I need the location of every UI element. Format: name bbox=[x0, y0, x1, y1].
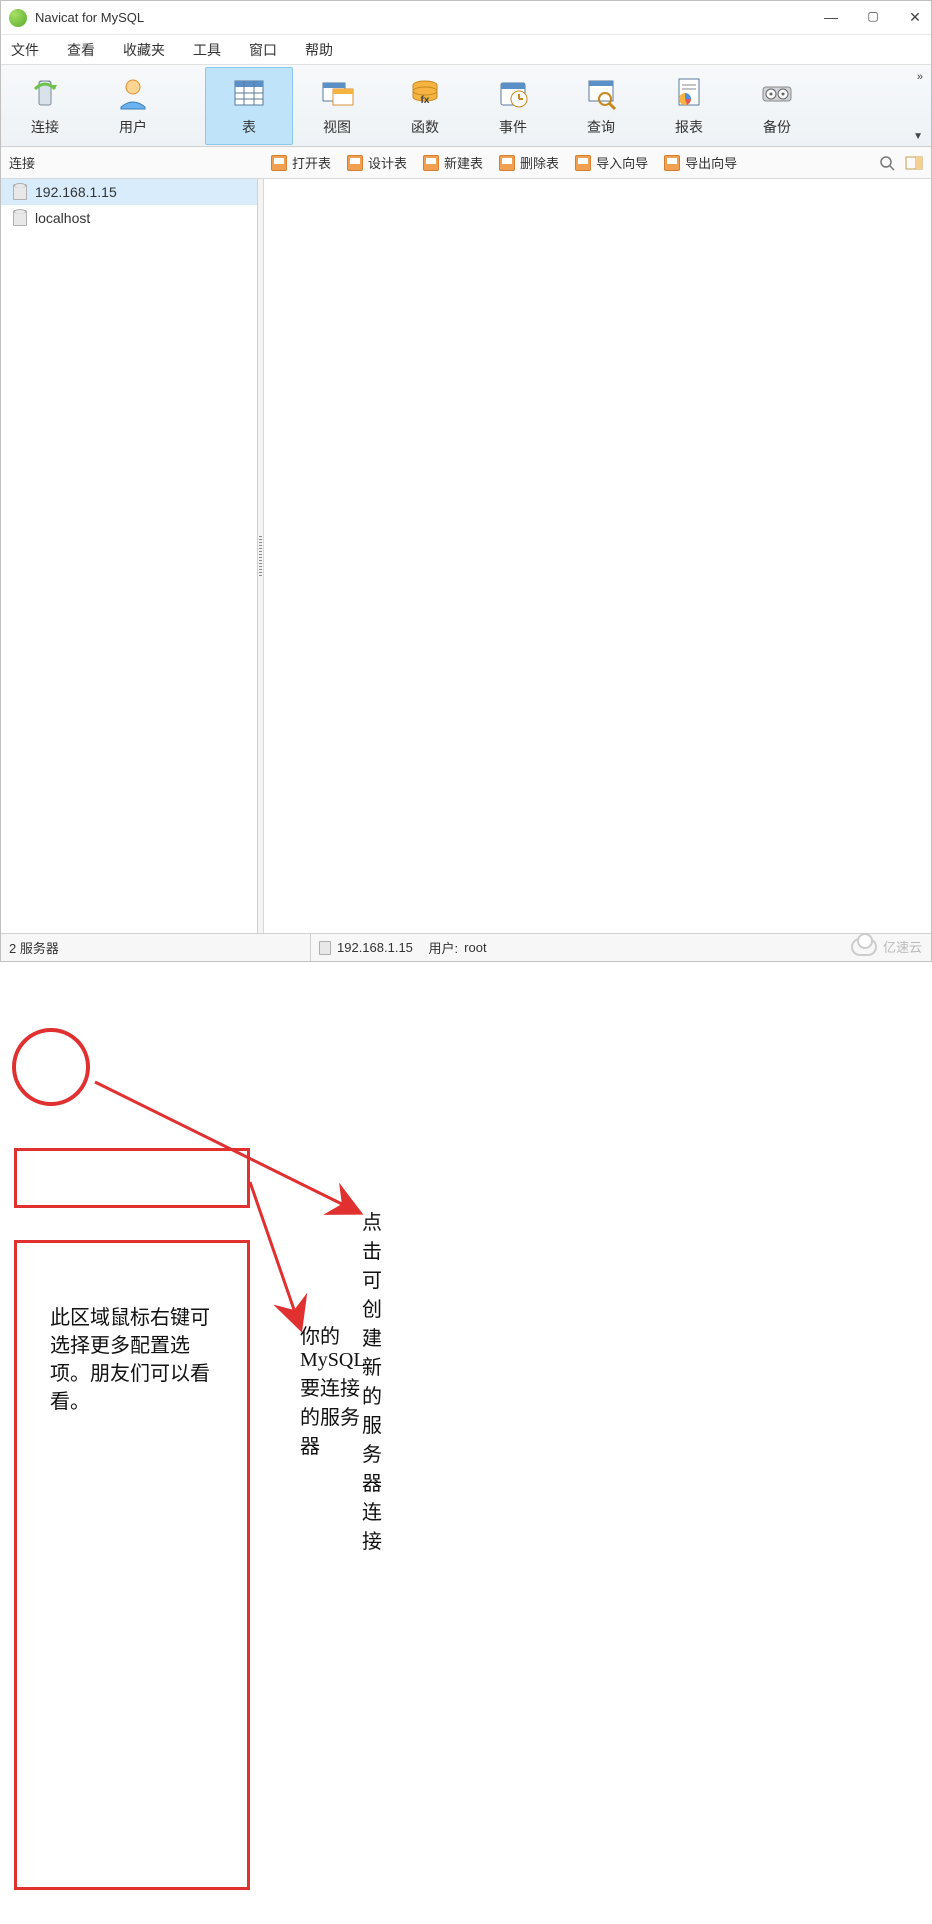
event-icon bbox=[495, 75, 531, 111]
connection-name: 192.168.1.15 bbox=[35, 184, 117, 200]
tool-user[interactable]: 用户 bbox=[89, 67, 177, 145]
report-icon bbox=[671, 75, 707, 111]
maximize-button[interactable]: ▢ bbox=[865, 9, 881, 26]
close-button[interactable]: ✕ bbox=[907, 9, 923, 26]
tool-backup[interactable]: 备份 bbox=[733, 67, 821, 145]
status-user: root bbox=[464, 940, 486, 955]
tool-report[interactable]: 报表 bbox=[645, 67, 733, 145]
watermark-text: 亿速云 bbox=[883, 937, 922, 956]
tool-label: 用户 bbox=[119, 117, 147, 137]
main-toolbar: 连接 用户 表 视图 fx 函数 bbox=[1, 65, 931, 147]
action-delete-table[interactable]: 删除表 bbox=[499, 153, 559, 172]
table-icon bbox=[231, 75, 267, 111]
tool-connection[interactable]: 连接 bbox=[1, 67, 89, 145]
tool-query[interactable]: 查询 bbox=[557, 67, 645, 145]
toolbar-overflow-icon[interactable]: » bbox=[917, 71, 923, 83]
action-label: 导入向导 bbox=[596, 153, 648, 172]
database-icon bbox=[319, 941, 331, 955]
connection-name: localhost bbox=[35, 210, 90, 226]
menu-help[interactable]: 帮助 bbox=[305, 40, 333, 60]
database-icon bbox=[13, 210, 27, 226]
server-icon bbox=[27, 75, 63, 111]
action-label: 打开表 bbox=[292, 153, 331, 172]
action-open-table[interactable]: 打开表 bbox=[271, 153, 331, 172]
search-icon[interactable] bbox=[879, 155, 895, 171]
tool-event[interactable]: 事件 bbox=[469, 67, 557, 145]
import-icon bbox=[575, 155, 591, 171]
annotation-text-mysql-server: 你的MySQL要连接的服务器 bbox=[300, 1320, 366, 1459]
status-host: 192.168.1.15 bbox=[337, 940, 413, 955]
action-new-table[interactable]: 新建表 bbox=[423, 153, 483, 172]
tool-label: 查询 bbox=[587, 117, 615, 137]
toolbar-dropdown-icon[interactable]: ▼ bbox=[913, 131, 923, 142]
action-label: 删除表 bbox=[520, 153, 559, 172]
action-label: 设计表 bbox=[368, 153, 407, 172]
tool-label: 备份 bbox=[763, 117, 791, 137]
tool-view[interactable]: 视图 bbox=[293, 67, 381, 145]
menu-favorites[interactable]: 收藏夹 bbox=[123, 40, 165, 60]
main-content-pane bbox=[264, 179, 931, 933]
statusbar: 2 服务器 192.168.1.15 用户: root bbox=[1, 933, 931, 961]
view-icon bbox=[319, 75, 355, 111]
query-icon bbox=[583, 75, 619, 111]
menu-view[interactable]: 查看 bbox=[67, 40, 95, 60]
annotation-circle bbox=[12, 1028, 90, 1106]
action-import-wizard[interactable]: 导入向导 bbox=[575, 153, 648, 172]
connection-sidebar[interactable]: 192.168.1.15 localhost bbox=[1, 179, 258, 933]
menu-window[interactable]: 窗口 bbox=[249, 40, 277, 60]
tool-label: 事件 bbox=[499, 117, 527, 137]
backup-icon bbox=[759, 75, 795, 111]
open-table-icon bbox=[271, 155, 287, 171]
new-table-icon bbox=[423, 155, 439, 171]
svg-text:fx: fx bbox=[421, 95, 430, 106]
app-icon bbox=[9, 9, 27, 27]
menubar: 文件 查看 收藏夹 工具 窗口 帮助 bbox=[1, 35, 931, 65]
sub-toolbar: 连接 打开表 设计表 新建表 删除表 导入向导 导出向导 bbox=[1, 147, 931, 179]
tool-function[interactable]: fx 函数 bbox=[381, 67, 469, 145]
sidebar-header-label: 连接 bbox=[1, 153, 261, 172]
tool-label: 报表 bbox=[675, 117, 703, 137]
window-title: Navicat for MySQL bbox=[35, 10, 823, 25]
minimize-button[interactable]: — bbox=[823, 9, 839, 26]
annotation-rect-connections bbox=[14, 1148, 250, 1208]
tool-table[interactable]: 表 bbox=[205, 67, 293, 145]
function-icon: fx bbox=[407, 75, 443, 111]
tool-label: 连接 bbox=[31, 117, 59, 137]
connection-item[interactable]: 192.168.1.15 bbox=[1, 179, 257, 205]
menu-tools[interactable]: 工具 bbox=[193, 40, 221, 60]
annotation-arrow bbox=[0, 962, 932, 1924]
panel-toggle-icon[interactable] bbox=[905, 155, 923, 171]
database-icon bbox=[13, 184, 27, 200]
status-server-count: 2 服务器 bbox=[1, 934, 311, 961]
action-export-wizard[interactable]: 导出向导 bbox=[664, 153, 737, 172]
annotation-text-right-click: 此区域鼠标右键可选择更多配置选项。朋友们可以看看。 bbox=[50, 1304, 210, 1416]
delete-table-icon bbox=[499, 155, 515, 171]
annotation-text-create-connection: 点击可创建新的服务器连接 bbox=[362, 1206, 382, 1554]
action-label: 新建表 bbox=[444, 153, 483, 172]
status-user-label: 用户: bbox=[429, 938, 459, 957]
export-icon bbox=[664, 155, 680, 171]
tool-label: 视图 bbox=[323, 117, 351, 137]
annotation-rect-sidebar bbox=[14, 1240, 250, 1890]
menu-file[interactable]: 文件 bbox=[11, 40, 39, 60]
tool-label: 函数 bbox=[411, 117, 439, 137]
action-label: 导出向导 bbox=[685, 153, 737, 172]
user-icon bbox=[115, 75, 151, 111]
design-table-icon bbox=[347, 155, 363, 171]
tool-label: 表 bbox=[242, 117, 256, 137]
watermark: 亿速云 bbox=[851, 937, 922, 956]
connection-item[interactable]: localhost bbox=[1, 205, 257, 231]
titlebar: Navicat for MySQL — ▢ ✕ bbox=[1, 1, 931, 35]
action-design-table[interactable]: 设计表 bbox=[347, 153, 407, 172]
cloud-icon bbox=[851, 938, 877, 956]
